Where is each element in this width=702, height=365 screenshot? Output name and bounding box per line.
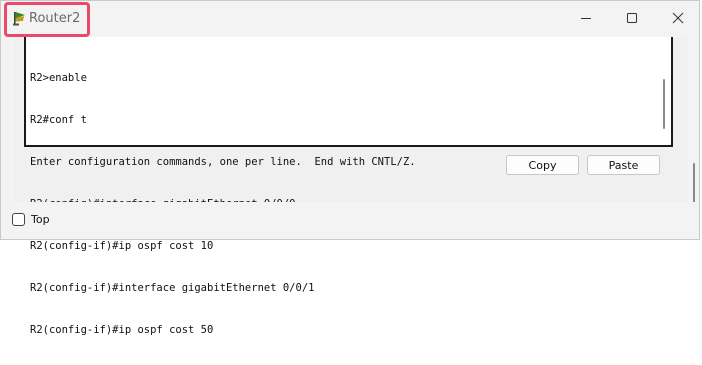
cli-content-area: R2>enable R2#conf t Enter configuration … — [13, 37, 688, 336]
console-line: R2>enable — [30, 72, 87, 84]
console-line: R2(config-if)#interface gigabitEthernet … — [30, 282, 315, 294]
top-checkbox-label: Top — [31, 213, 50, 226]
console-scrollbar-thumb[interactable] — [663, 79, 665, 129]
maximize-icon — [627, 13, 637, 23]
copy-button[interactable]: Copy — [506, 155, 579, 175]
console-output[interactable]: R2>enable R2#conf t Enter configuration … — [24, 37, 673, 336]
console-scrollbar[interactable] — [659, 37, 669, 143]
maximize-button[interactable] — [609, 1, 655, 35]
minimize-icon — [581, 18, 591, 19]
console-line: R2(config-if)#ip ospf cost 10 — [30, 240, 214, 252]
window-title: Router2 — [29, 11, 81, 26]
router-cli-window: Router2 R2>enable R2#conf t Enter config… — [0, 0, 700, 336]
window-scrollbar[interactable] — [689, 121, 699, 225]
router-app-icon — [13, 12, 25, 26]
paste-button[interactable]: Paste — [587, 155, 660, 175]
console-line: R2(config-if)#ip ospf cost 50 — [30, 324, 214, 336]
close-button[interactable] — [655, 1, 701, 35]
console-line: R2#conf t — [30, 114, 87, 126]
top-checkbox[interactable] — [12, 213, 25, 226]
bottom-bar: Top — [1, 202, 699, 239]
close-icon — [672, 12, 684, 24]
title-bar[interactable]: Router2 — [1, 1, 699, 37]
minimize-button[interactable] — [563, 1, 609, 35]
